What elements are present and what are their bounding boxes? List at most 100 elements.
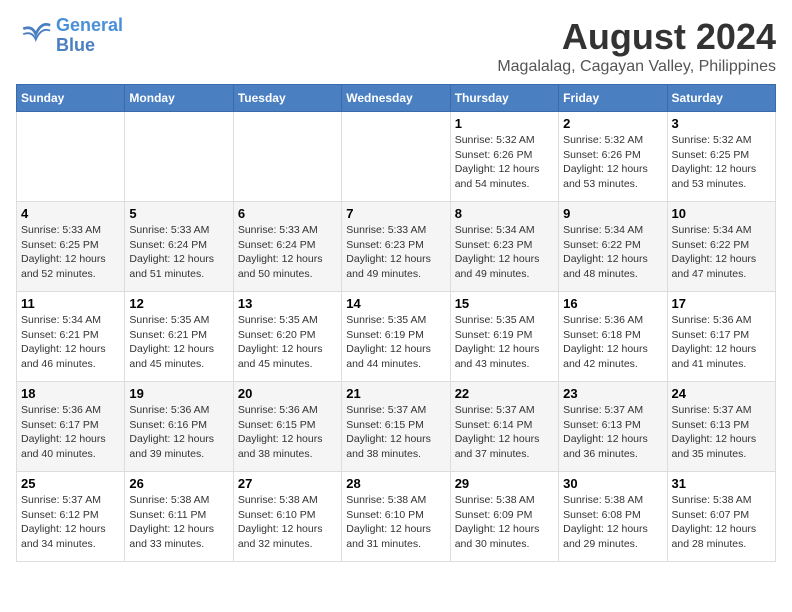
day-info: Sunrise: 5:38 AM Sunset: 6:10 PM Dayligh… — [238, 493, 337, 552]
column-header-sunday: Sunday — [17, 85, 125, 112]
calendar-week-1: 4Sunrise: 5:33 AM Sunset: 6:25 PM Daylig… — [17, 202, 776, 292]
day-info: Sunrise: 5:32 AM Sunset: 6:26 PM Dayligh… — [455, 133, 554, 192]
day-number: 29 — [455, 476, 554, 491]
day-number: 9 — [563, 206, 662, 221]
day-info: Sunrise: 5:33 AM Sunset: 6:24 PM Dayligh… — [129, 223, 228, 282]
day-info: Sunrise: 5:37 AM Sunset: 6:13 PM Dayligh… — [563, 403, 662, 462]
calendar-cell: 26 Sunrise: 5:38 AM Sunset: 6:11 PM Dayli… — [125, 472, 233, 562]
calendar-cell: 13Sunrise: 5:35 AM Sunset: 6:20 PM Dayli… — [233, 292, 341, 382]
day-info: Sunrise: 5:38 AM Sunset: 6:08 PM Dayligh… — [563, 493, 662, 552]
day-number: 7 — [346, 206, 445, 221]
day-info: Sunrise: 5:34 AM Sunset: 6:22 PM Dayligh… — [563, 223, 662, 282]
day-info: Sunrise: 5:36 AM Sunset: 6:17 PM Dayligh… — [21, 403, 120, 462]
calendar-cell: 11Sunrise: 5:34 AM Sunset: 6:21 PM Dayli… — [17, 292, 125, 382]
calendar-cell: 21 Sunrise: 5:37 AM Sunset: 6:15 PM Dayli… — [342, 382, 450, 472]
title-area: August 2024 Magalalag, Cagayan Valley, P… — [497, 16, 776, 76]
calendar-cell: 19Sunrise: 5:36 AM Sunset: 6:16 PM Dayli… — [125, 382, 233, 472]
day-info: Sunrise: 5:33 AM Sunset: 6:23 PM Dayligh… — [346, 223, 445, 282]
calendar-cell: 17Sunrise: 5:36 AM Sunset: 6:17 PM Dayli… — [667, 292, 775, 382]
calendar-cell: 22Sunrise: 5:37 AM Sunset: 6:14 PM Dayli… — [450, 382, 558, 472]
day-info: Sunrise: 5:33 AM Sunset: 6:24 PM Dayligh… — [238, 223, 337, 282]
calendar-cell: 28 Sunrise: 5:38 AM Sunset: 6:10 PM Dayli… — [342, 472, 450, 562]
day-number: 28 — [346, 476, 445, 491]
page-header: General Blue August 2024 Magalalag, Caga… — [16, 16, 776, 76]
day-info: Sunrise: 5:37 AM Sunset: 6:14 PM Dayligh… — [455, 403, 554, 462]
column-header-friday: Friday — [559, 85, 667, 112]
day-number: 26 — [129, 476, 228, 491]
day-number: 15 — [455, 296, 554, 311]
day-info: Sunrise: 5:37 AM Sunset: 6:15 PM Dayligh… — [346, 403, 445, 462]
column-header-thursday: Thursday — [450, 85, 558, 112]
calendar-cell — [233, 112, 341, 202]
calendar-table: SundayMondayTuesdayWednesdayThursdayFrid… — [16, 84, 776, 562]
calendar-cell: 29 Sunrise: 5:38 AM Sunset: 6:09 PM Dayli… — [450, 472, 558, 562]
logo-icon — [16, 18, 52, 54]
calendar-cell: 30 Sunrise: 5:38 AM Sunset: 6:08 PM Dayli… — [559, 472, 667, 562]
calendar-cell: 20 Sunrise: 5:36 AM Sunset: 6:15 PM Dayli… — [233, 382, 341, 472]
calendar-cell: 27 Sunrise: 5:38 AM Sunset: 6:10 PM Dayli… — [233, 472, 341, 562]
day-number: 31 — [672, 476, 771, 491]
column-header-saturday: Saturday — [667, 85, 775, 112]
calendar-week-2: 11Sunrise: 5:34 AM Sunset: 6:21 PM Dayli… — [17, 292, 776, 382]
day-info: Sunrise: 5:36 AM Sunset: 6:17 PM Dayligh… — [672, 313, 771, 372]
day-number: 8 — [455, 206, 554, 221]
calendar-cell: 10Sunrise: 5:34 AM Sunset: 6:22 PM Dayli… — [667, 202, 775, 292]
column-header-wednesday: Wednesday — [342, 85, 450, 112]
day-number: 13 — [238, 296, 337, 311]
logo-text: General Blue — [56, 16, 123, 56]
column-header-tuesday: Tuesday — [233, 85, 341, 112]
calendar-cell — [17, 112, 125, 202]
day-number: 30 — [563, 476, 662, 491]
day-number: 27 — [238, 476, 337, 491]
day-number: 14 — [346, 296, 445, 311]
calendar-cell: 23 Sunrise: 5:37 AM Sunset: 6:13 PM Dayli… — [559, 382, 667, 472]
day-number: 23 — [563, 386, 662, 401]
calendar-cell: 7 Sunrise: 5:33 AM Sunset: 6:23 PM Daylig… — [342, 202, 450, 292]
day-number: 25 — [21, 476, 120, 491]
day-number: 21 — [346, 386, 445, 401]
calendar-header: SundayMondayTuesdayWednesdayThursdayFrid… — [17, 85, 776, 112]
day-info: Sunrise: 5:35 AM Sunset: 6:19 PM Dayligh… — [455, 313, 554, 372]
day-number: 12 — [129, 296, 228, 311]
calendar-cell: 3 Sunrise: 5:32 AM Sunset: 6:25 PM Daylig… — [667, 112, 775, 202]
calendar-week-3: 18 Sunrise: 5:36 AM Sunset: 6:17 PM Dayli… — [17, 382, 776, 472]
day-number: 19 — [129, 386, 228, 401]
day-number: 5 — [129, 206, 228, 221]
logo-line2: Blue — [56, 35, 95, 55]
calendar-cell: 9 Sunrise: 5:34 AM Sunset: 6:22 PM Daylig… — [559, 202, 667, 292]
day-info: Sunrise: 5:38 AM Sunset: 6:07 PM Dayligh… — [672, 493, 771, 552]
month-title: August 2024 — [497, 16, 776, 58]
calendar-cell — [125, 112, 233, 202]
calendar-cell: 18 Sunrise: 5:36 AM Sunset: 6:17 PM Dayli… — [17, 382, 125, 472]
calendar-cell: 14 Sunrise: 5:35 AM Sunset: 6:19 PM Dayli… — [342, 292, 450, 382]
day-number: 18 — [21, 386, 120, 401]
day-info: Sunrise: 5:35 AM Sunset: 6:19 PM Dayligh… — [346, 313, 445, 372]
day-info: Sunrise: 5:36 AM Sunset: 6:15 PM Dayligh… — [238, 403, 337, 462]
day-info: Sunrise: 5:38 AM Sunset: 6:10 PM Dayligh… — [346, 493, 445, 552]
day-info: Sunrise: 5:38 AM Sunset: 6:09 PM Dayligh… — [455, 493, 554, 552]
calendar-week-0: 1 Sunrise: 5:32 AM Sunset: 6:26 PM Daylig… — [17, 112, 776, 202]
calendar-week-4: 25 Sunrise: 5:37 AM Sunset: 6:12 PM Dayli… — [17, 472, 776, 562]
day-number: 2 — [563, 116, 662, 131]
calendar-cell: 8Sunrise: 5:34 AM Sunset: 6:23 PM Daylig… — [450, 202, 558, 292]
calendar-cell: 5 Sunrise: 5:33 AM Sunset: 6:24 PM Daylig… — [125, 202, 233, 292]
column-header-monday: Monday — [125, 85, 233, 112]
day-info: Sunrise: 5:34 AM Sunset: 6:22 PM Dayligh… — [672, 223, 771, 282]
calendar-cell: 1 Sunrise: 5:32 AM Sunset: 6:26 PM Daylig… — [450, 112, 558, 202]
location-title: Magalalag, Cagayan Valley, Philippines — [497, 58, 776, 76]
day-number: 3 — [672, 116, 771, 131]
day-info: Sunrise: 5:37 AM Sunset: 6:12 PM Dayligh… — [21, 493, 120, 552]
day-number: 1 — [455, 116, 554, 131]
day-info: Sunrise: 5:32 AM Sunset: 6:25 PM Dayligh… — [672, 133, 771, 192]
day-info: Sunrise: 5:38 AM Sunset: 6:11 PM Dayligh… — [129, 493, 228, 552]
calendar-body: 1 Sunrise: 5:32 AM Sunset: 6:26 PM Daylig… — [17, 112, 776, 562]
day-number: 24 — [672, 386, 771, 401]
day-number: 16 — [563, 296, 662, 311]
calendar-cell: 31 Sunrise: 5:38 AM Sunset: 6:07 PM Dayli… — [667, 472, 775, 562]
day-number: 20 — [238, 386, 337, 401]
day-info: Sunrise: 5:32 AM Sunset: 6:26 PM Dayligh… — [563, 133, 662, 192]
day-info: Sunrise: 5:34 AM Sunset: 6:21 PM Dayligh… — [21, 313, 120, 372]
day-info: Sunrise: 5:33 AM Sunset: 6:25 PM Dayligh… — [21, 223, 120, 282]
calendar-cell: 4Sunrise: 5:33 AM Sunset: 6:25 PM Daylig… — [17, 202, 125, 292]
calendar-cell: 12Sunrise: 5:35 AM Sunset: 6:21 PM Dayli… — [125, 292, 233, 382]
